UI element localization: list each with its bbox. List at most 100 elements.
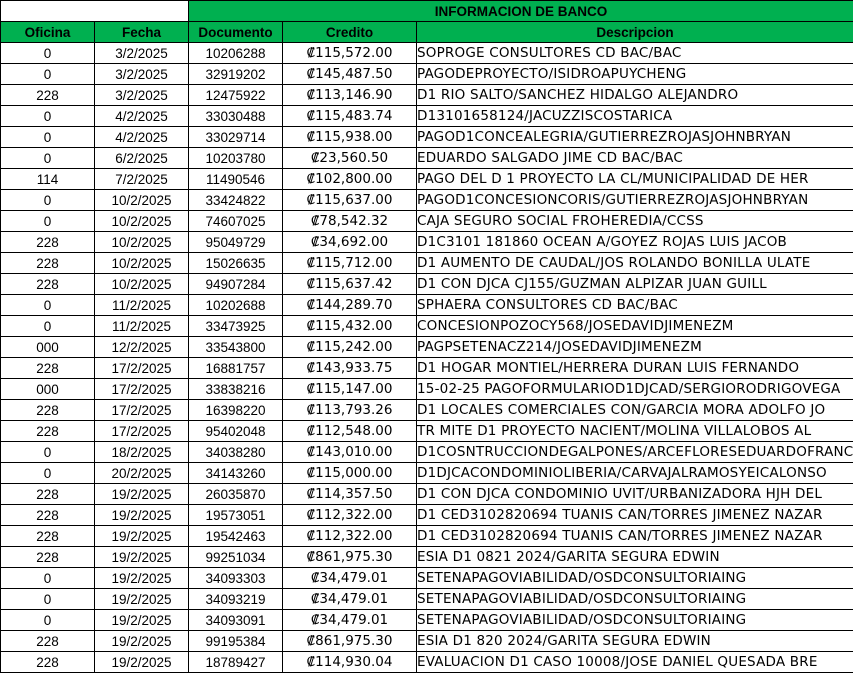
cell-credito[interactable]: ₡112,322.00 [282, 504, 417, 526]
cell-documento[interactable]: 34143260 [188, 462, 283, 484]
cell-descripcion[interactable]: EVALUACION D1 CASO 10008/JOSE DANIEL QUE… [415, 651, 853, 673]
cell-oficina[interactable]: 0 [0, 210, 95, 232]
cell-descripcion[interactable]: EDUARDO SALGADO JIME CD BAC/BAC [415, 147, 853, 169]
cell-documento[interactable]: 16881757 [188, 357, 283, 379]
cell-fecha[interactable]: 19/2/2025 [94, 567, 189, 589]
cell-credito[interactable]: ₡23,560.50 [282, 147, 417, 169]
cell-oficina[interactable]: 000 [0, 378, 95, 400]
cell-credito[interactable]: ₡115,483.74 [282, 105, 417, 127]
cell-descripcion[interactable]: D1COSNTRUCCIONDEGALPONES/ARCEFLORESEDUAR… [415, 441, 853, 463]
cell-documento[interactable]: 10203780 [188, 147, 283, 169]
cell-descripcion[interactable]: CONCESIONPOZOCY568/JOSEDAVIDJIMENEZM [415, 315, 853, 337]
cell-credito[interactable]: ₡34,479.01 [282, 609, 417, 631]
cell-credito[interactable]: ₡115,242.00 [282, 336, 417, 358]
cell-credito[interactable]: ₡113,793.26 [282, 399, 417, 421]
cell-fecha[interactable]: 17/2/2025 [94, 357, 189, 379]
cell-descripcion[interactable]: SETENAPAGOVIABILIDAD/OSDCONSULTORIAING [415, 609, 853, 631]
cell-fecha[interactable]: 19/2/2025 [94, 483, 189, 505]
cell-fecha[interactable]: 3/2/2025 [94, 84, 189, 106]
cell-credito[interactable]: ₡112,548.00 [282, 420, 417, 442]
cell-credito[interactable]: ₡144,289.70 [282, 294, 417, 316]
cell-credito[interactable]: ₡34,479.01 [282, 588, 417, 610]
cell-documento[interactable]: 10202688 [188, 294, 283, 316]
cell-oficina[interactable]: 0 [0, 63, 95, 85]
cell-oficina[interactable]: 000 [0, 336, 95, 358]
cell-fecha[interactable]: 19/2/2025 [94, 609, 189, 631]
cell-oficina[interactable]: 228 [0, 483, 95, 505]
cell-descripcion[interactable]: PAGPSETENACZ214/JOSEDAVIDJIMENEZM [415, 336, 853, 358]
cell-documento[interactable]: 11490546 [188, 168, 283, 190]
cell-documento[interactable]: 74607025 [188, 210, 283, 232]
cell-descripcion[interactable]: D1 CED3102820694 TUANIS CAN/TORRES JIMEN… [415, 504, 853, 526]
cell-oficina[interactable]: 0 [0, 147, 95, 169]
cell-fecha[interactable]: 3/2/2025 [94, 42, 189, 64]
cell-credito[interactable]: ₡115,637.00 [282, 189, 417, 211]
cell-credito[interactable]: ₡115,637.42 [282, 273, 417, 295]
cell-descripcion[interactable]: D1 CON DJCA CJ155/GUZMAN ALPIZAR JUAN GU… [415, 273, 853, 295]
cell-documento[interactable]: 99251034 [188, 546, 283, 568]
cell-credito[interactable]: ₡34,479.01 [282, 567, 417, 589]
cell-documento[interactable]: 33473925 [188, 315, 283, 337]
cell-fecha[interactable]: 4/2/2025 [94, 105, 189, 127]
col-header-oficina[interactable]: Oficina [0, 21, 95, 43]
cell-descripcion[interactable]: PAGODEPROYECTO/ISIDROAPUYCHENG [415, 63, 853, 85]
cell-documento[interactable]: 34093091 [188, 609, 283, 631]
cell-oficina[interactable]: 228 [0, 651, 95, 673]
cell-descripcion[interactable]: PAGO DEL D 1 PROYECTO LA CL/MUNICIPALIDA… [415, 168, 853, 190]
col-header-fecha[interactable]: Fecha [94, 21, 189, 43]
cell-oficina[interactable]: 0 [0, 462, 95, 484]
cell-credito[interactable]: ₡114,357.50 [282, 483, 417, 505]
cell-fecha[interactable]: 17/2/2025 [94, 399, 189, 421]
cell-descripcion[interactable]: TR MITE D1 PROYECTO NACIENT/MOLINA VILLA… [415, 420, 853, 442]
cell-credito[interactable]: ₡143,933.75 [282, 357, 417, 379]
cell-documento[interactable]: 19542463 [188, 525, 283, 547]
cell-oficina[interactable]: 0 [0, 105, 95, 127]
cell-fecha[interactable]: 11/2/2025 [94, 315, 189, 337]
cell-descripcion[interactable]: ESIA D1 820 2024/GARITA SEGURA EDWIN [415, 630, 853, 652]
cell-credito[interactable]: ₡102,800.00 [282, 168, 417, 190]
cell-oficina[interactable]: 228 [0, 504, 95, 526]
cell-credito[interactable]: ₡115,938.00 [282, 126, 417, 148]
cell-credito[interactable]: ₡115,432.00 [282, 315, 417, 337]
cell-fecha[interactable]: 19/2/2025 [94, 504, 189, 526]
cell-descripcion[interactable]: D1 CED3102820694 TUANIS CAN/TORRES JIMEN… [415, 525, 853, 547]
cell-oficina[interactable]: 228 [0, 525, 95, 547]
cell-documento[interactable]: 12475922 [188, 84, 283, 106]
cell-descripcion[interactable]: D1 HOGAR MONTIEL/HERRERA DURAN LUIS FERN… [415, 357, 853, 379]
cell-fecha[interactable]: 10/2/2025 [94, 273, 189, 295]
cell-documento[interactable]: 15026635 [188, 252, 283, 274]
cell-credito[interactable]: ₡145,487.50 [282, 63, 417, 85]
cell-credito[interactable]: ₡115,147.00 [282, 378, 417, 400]
col-header-descripcion[interactable]: Descripcion [415, 21, 853, 43]
cell-descripcion[interactable]: 15-02-25 PAGOFORMULARIOD1DJCAD/SERGIOROD… [415, 378, 853, 400]
cell-documento[interactable]: 33424822 [188, 189, 283, 211]
cell-documento[interactable]: 34093219 [188, 588, 283, 610]
cell-descripcion[interactable]: D1 LOCALES COMERCIALES CON/GARCIA MORA A… [415, 399, 853, 421]
cell-oficina[interactable]: 228 [0, 357, 95, 379]
cell-fecha[interactable]: 19/2/2025 [94, 588, 189, 610]
cell-documento[interactable]: 33030488 [188, 105, 283, 127]
cell-descripcion[interactable]: D1DJCACONDOMINIOLIBERIA/CARVAJALRAMOSYEI… [415, 462, 853, 484]
cell-fecha[interactable]: 12/2/2025 [94, 336, 189, 358]
cell-fecha[interactable]: 17/2/2025 [94, 420, 189, 442]
cell-fecha[interactable]: 3/2/2025 [94, 63, 189, 85]
cell-descripcion[interactable]: ESIA D1 0821 2024/GARITA SEGURA EDWIN [415, 546, 853, 568]
cell-credito[interactable]: ₡143,010.00 [282, 441, 417, 463]
cell-descripcion[interactable]: SETENAPAGOVIABILIDAD/OSDCONSULTORIAING [415, 567, 853, 589]
cell-oficina[interactable]: 0 [0, 441, 95, 463]
cell-oficina[interactable]: 228 [0, 84, 95, 106]
cell-oficina[interactable]: 0 [0, 609, 95, 631]
cell-oficina[interactable]: 0 [0, 294, 95, 316]
cell-documento[interactable]: 34093303 [188, 567, 283, 589]
cell-documento[interactable]: 95049729 [188, 231, 283, 253]
cell-descripcion[interactable]: D1 CON DJCA CONDOMINIO UVIT/URBANIZADORA… [415, 483, 853, 505]
cell-descripcion[interactable]: CAJA SEGURO SOCIAL FROHEREDIA/CCSS [415, 210, 853, 232]
cell-credito[interactable]: ₡114,930.04 [282, 651, 417, 673]
cell-fecha[interactable]: 10/2/2025 [94, 210, 189, 232]
cell-credito[interactable]: ₡34,692.00 [282, 231, 417, 253]
cell-fecha[interactable]: 7/2/2025 [94, 168, 189, 190]
cell-fecha[interactable]: 4/2/2025 [94, 126, 189, 148]
cell-oficina[interactable]: 228 [0, 420, 95, 442]
cell-documento[interactable]: 32919202 [188, 63, 283, 85]
cell-documento[interactable]: 10206288 [188, 42, 283, 64]
